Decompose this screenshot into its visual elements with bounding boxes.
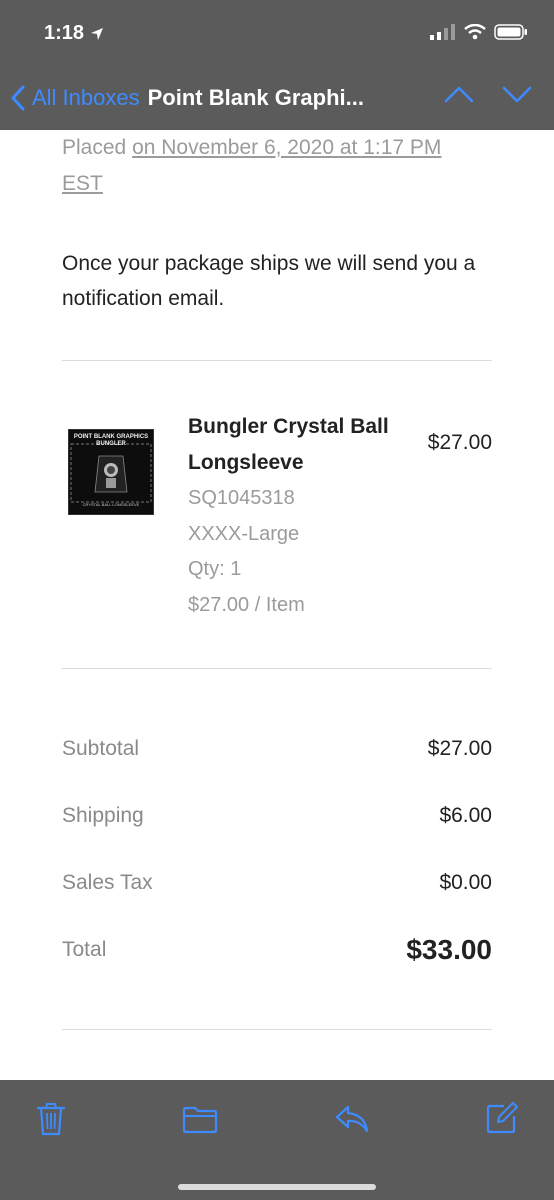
placed-info: Placed on November 6, 2020 at 1:17 PM ES… xyxy=(62,130,492,202)
nav-bar: All Inboxes Point Blank Graphi... xyxy=(0,78,554,118)
chevron-left-icon xyxy=(11,85,25,111)
battery-icon xyxy=(494,24,527,40)
shipping-label: Shipping xyxy=(62,803,144,827)
item-name-line1[interactable]: Bungler Crystal Ball xyxy=(188,409,418,445)
shipping-notice: Once your package ships we will send you… xyxy=(62,252,476,310)
status-indicators xyxy=(430,24,528,40)
item-size: XXXX-Large xyxy=(188,522,300,545)
folder-icon[interactable] xyxy=(182,1106,218,1134)
order-item: POINT BLANK GRAPHICS BUNGLER CRYSTAL BAL… xyxy=(62,361,492,668)
reply-icon[interactable] xyxy=(334,1104,370,1134)
chevron-down-icon[interactable] xyxy=(502,84,532,104)
back-button[interactable]: All Inboxes xyxy=(10,85,140,111)
tax-value: $0.00 xyxy=(439,870,492,894)
tax-row: Sales Tax $0.00 xyxy=(62,849,492,916)
item-qty: Qty: 1 xyxy=(188,558,242,580)
item-price: $27.00 xyxy=(427,431,492,454)
item-unit-price: $27.00 / Item xyxy=(188,593,305,616)
divider xyxy=(62,668,492,669)
back-label: All Inboxes xyxy=(32,85,140,110)
top-bar: 1:18 All Inboxes Point Blank Graphi... xyxy=(0,0,554,130)
signal-icon xyxy=(430,24,455,40)
nav-arrows xyxy=(444,84,532,104)
thumb-brand-text: POINT BLANK GRAPHICS xyxy=(74,434,148,440)
thumb-product-text: BUNGLER xyxy=(96,441,126,447)
subtotal-value: $27.00 xyxy=(427,736,492,760)
total-value: $33.00 xyxy=(406,933,492,965)
compose-icon[interactable] xyxy=(486,1102,518,1134)
item-name-line2[interactable]: Longsleeve xyxy=(188,445,418,481)
tax-label: Sales Tax xyxy=(62,870,153,894)
shipping-value: $6.00 xyxy=(439,803,492,827)
trash-icon[interactable] xyxy=(36,1102,66,1136)
total-label: Total xyxy=(62,937,107,961)
placed-prefix: Placed xyxy=(62,136,127,159)
home-indicator[interactable] xyxy=(178,1184,376,1190)
product-thumbnail[interactable]: POINT BLANK GRAPHICS BUNGLER CRYSTAL BAL… xyxy=(68,429,154,515)
location-arrow-icon xyxy=(91,27,104,40)
item-details: Bungler Crystal Ball Longsleeve SQ104531… xyxy=(188,409,418,623)
nav-title: Point Blank Graphi... xyxy=(147,85,364,110)
status-time: 1:18 xyxy=(44,22,104,45)
placed-date-link[interactable]: on November 6, 2020 at 1:17 PM xyxy=(132,136,441,159)
bottom-toolbar xyxy=(0,1080,554,1200)
email-body: Placed on November 6, 2020 at 1:17 PM ES… xyxy=(62,130,492,1030)
order-totals: Subtotal $27.00 Shipping $6.00 Sales Tax… xyxy=(62,715,492,983)
chevron-up-icon[interactable] xyxy=(444,84,474,104)
product-image: POINT BLANK GRAPHICS BUNGLER CRYSTAL BAL… xyxy=(69,430,153,514)
placed-timezone-link[interactable]: EST xyxy=(62,172,103,195)
wifi-icon xyxy=(464,24,486,40)
thumb-caption-text: CRYSTAL BALL LONGSLEEVE xyxy=(83,502,140,507)
time-text: 1:18 xyxy=(44,22,85,44)
subtotal-label: Subtotal xyxy=(62,736,140,760)
total-row: Total $33.00 xyxy=(62,916,492,983)
shipping-row: Shipping $6.00 xyxy=(62,782,492,849)
subtotal-row: Subtotal $27.00 xyxy=(62,715,492,782)
divider xyxy=(62,1029,492,1030)
item-sku: SQ1045318 xyxy=(188,487,295,509)
